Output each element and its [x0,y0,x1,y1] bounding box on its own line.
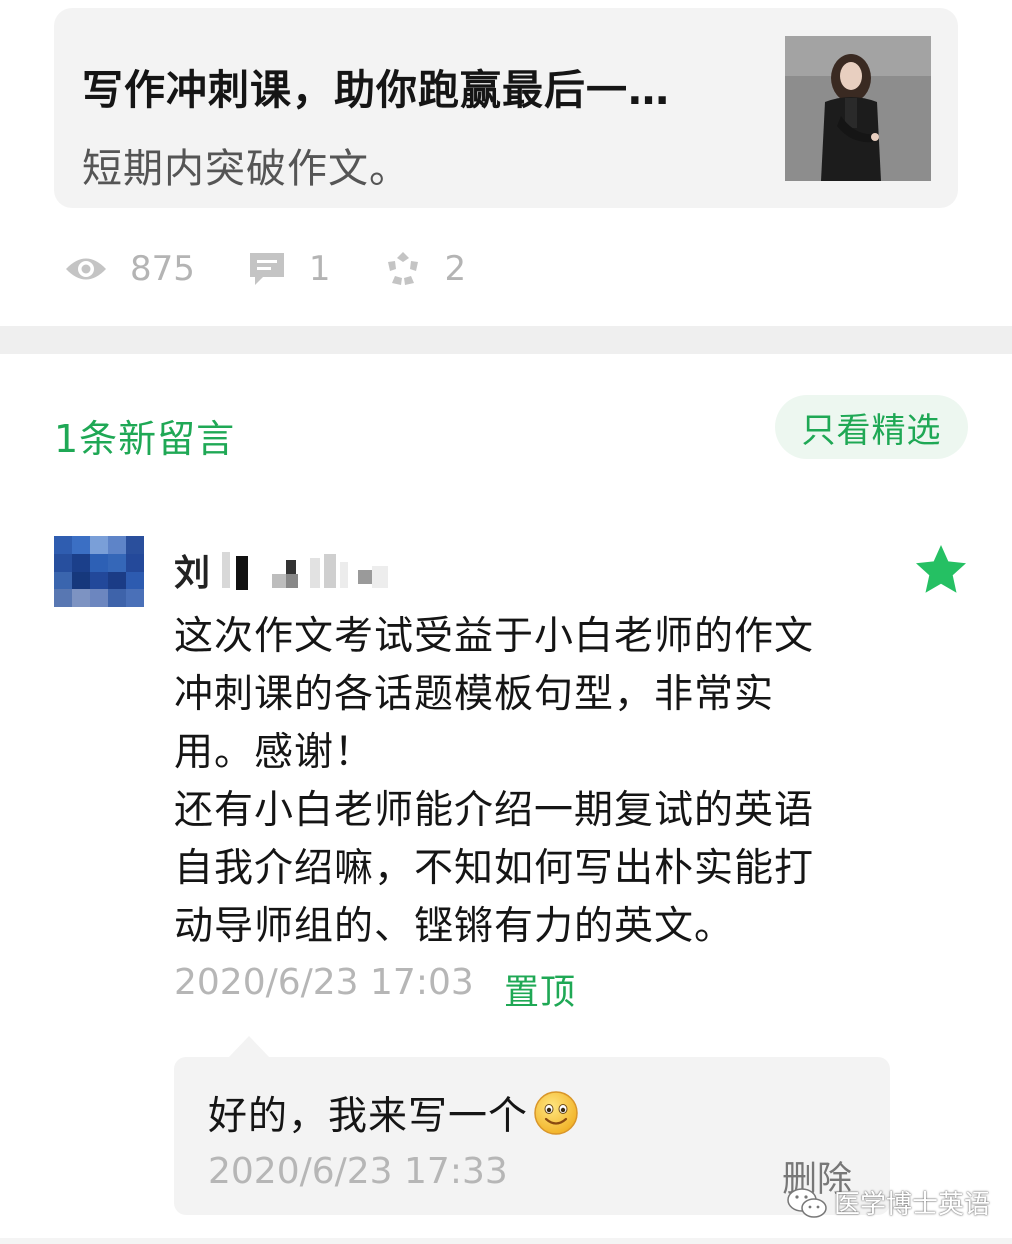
comment-icon [249,253,284,285]
comment-line: 用。感谢！ [174,730,375,775]
comment-timestamp: 2020/6/23 17:03 [174,962,474,1003]
comment-body: 这次作文考试受益于小白老师的作文 冲刺课的各话题模板句型，非常实 用。感谢！ 还… [174,608,894,956]
comment-username: 刘 [174,553,211,594]
star-icon[interactable] [912,541,970,599]
article-title: 写作冲刺课，助你跑赢最后一… [82,66,670,114]
reply-text: 好的，我来写一个 [208,1094,529,1139]
comments-count: 1 [308,249,331,289]
avatar[interactable] [54,536,144,607]
redacted-name [222,552,388,590]
comment-line: 动导师组的、铿锵有力的英文。 [174,904,735,949]
watermark: 医学博士英语 [786,1184,990,1221]
comments-stat[interactable]: 1 [247,249,331,289]
likes-stat[interactable]: 2 [383,249,467,289]
wow-icon [387,252,418,285]
comment-line: 自我介绍嘛，不知如何写出朴实能打 [174,846,815,891]
featured-only-button[interactable]: 只看精选 [775,395,968,459]
portrait-image [785,36,931,181]
views-stat: 875 [64,249,195,289]
pin-button[interactable]: 置顶 [504,964,576,1015]
likes-count: 2 [444,249,467,289]
reply-timestamp: 2020/6/23 17:33 [208,1151,508,1192]
article-subtitle: 短期内突破作文。 [82,146,410,192]
eye-icon [66,258,106,280]
comment-line: 还有小白老师能介绍一期复试的英语 [174,788,815,833]
article-card[interactable]: 写作冲刺课，助你跑赢最后一… 短期内突破作文。 [54,8,958,208]
article-stats: 875 1 2 [64,244,518,294]
reply-caret [228,1036,270,1058]
article-thumbnail [785,36,931,181]
comment-line: 冲刺课的各话题模板句型，非常实 [174,672,775,717]
views-count: 875 [130,249,195,289]
bottom-divider [0,1238,1012,1244]
author-reply: 好的，我来写一个 2020/6/23 17:33 删除 [174,1057,890,1215]
reply-text-row: 好的，我来写一个 [208,1085,580,1141]
new-comments-label: 1条新留言 [54,417,236,461]
wechat-icon [787,1187,827,1218]
watermark-label: 医学博士英语 [834,1190,991,1220]
smiley-icon [534,1091,578,1135]
section-divider [0,326,1012,354]
comment-line: 这次作文考试受益于小白老师的作文 [174,614,815,659]
